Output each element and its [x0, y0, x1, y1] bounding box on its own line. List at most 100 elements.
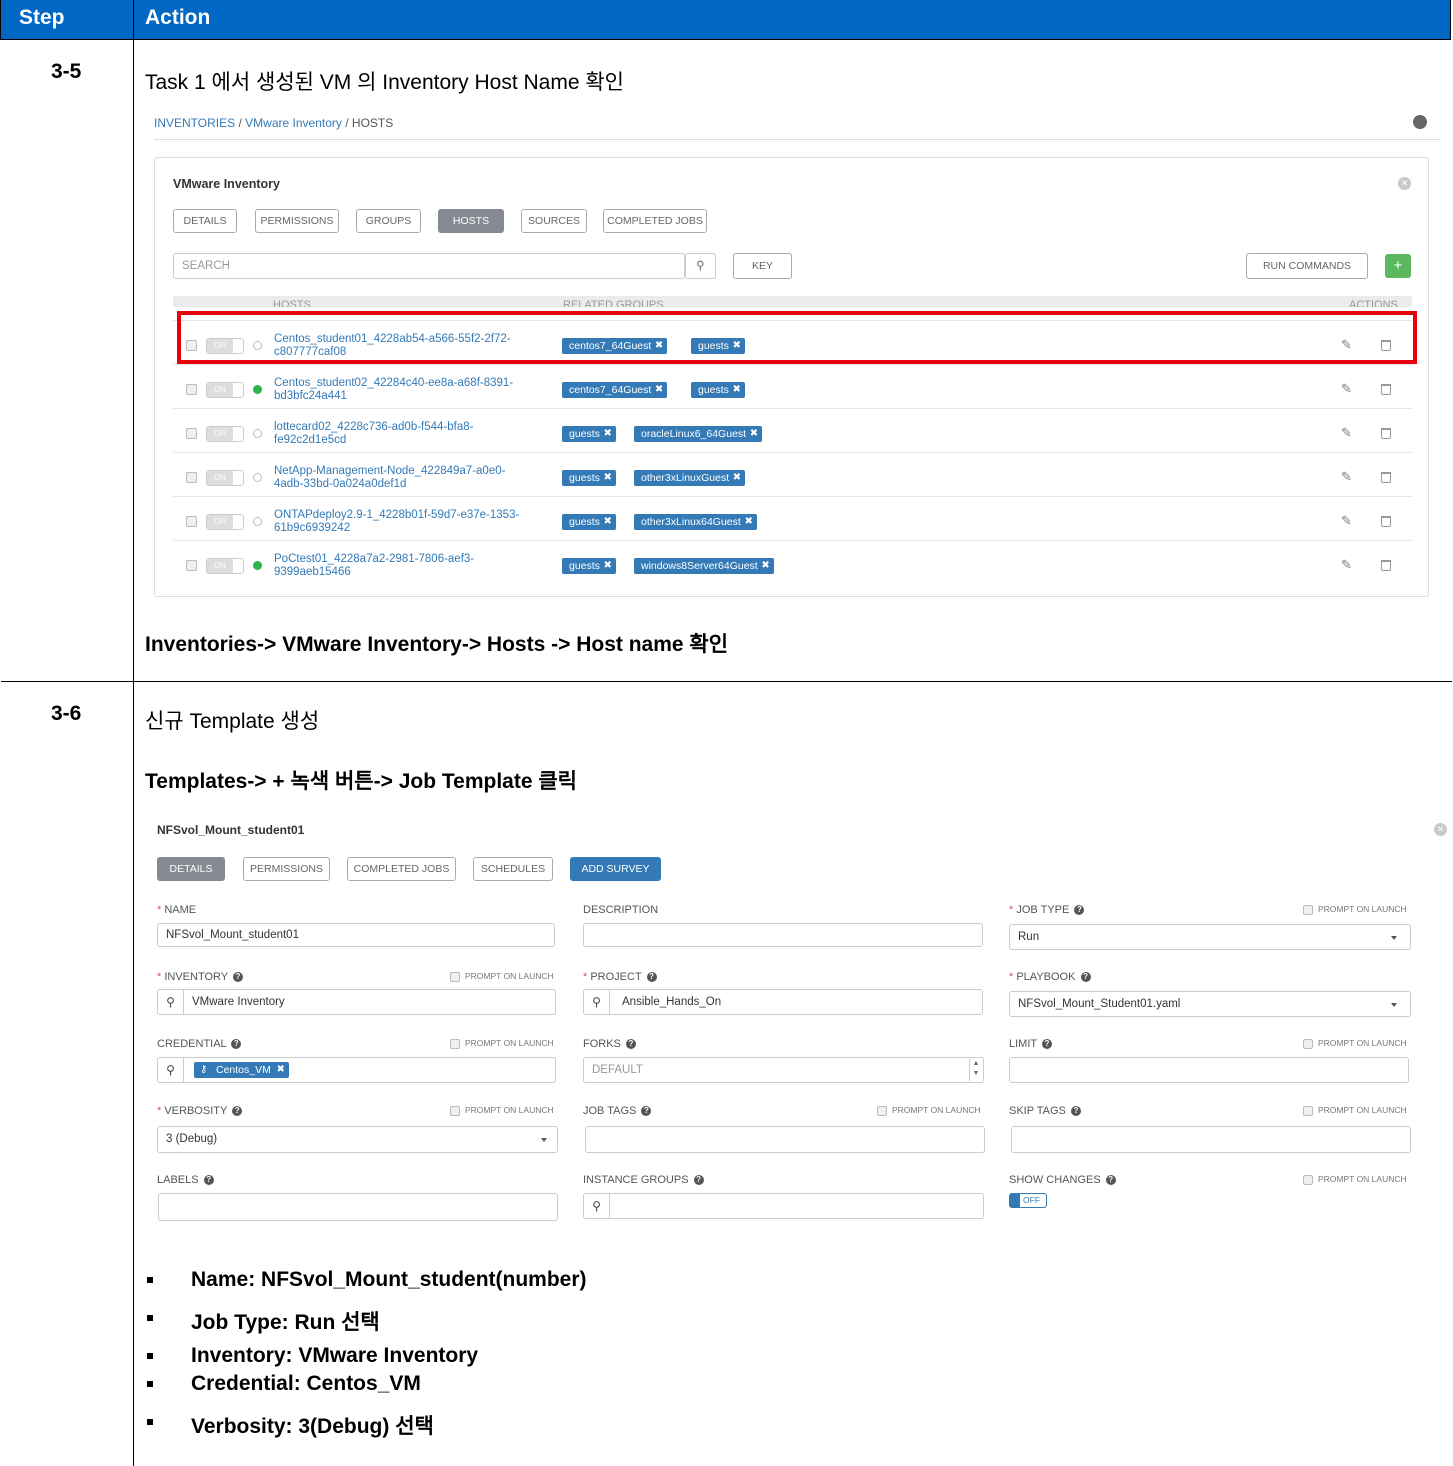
- key-button[interactable]: KEY: [733, 253, 792, 279]
- host-name-link[interactable]: Centos_student02_42284c40-ee8a-a68f-8391…: [274, 377, 513, 403]
- search-input[interactable]: SEARCH: [173, 253, 685, 279]
- delete-icon[interactable]: [1381, 428, 1391, 439]
- labels-input[interactable]: [158, 1193, 558, 1221]
- tab-details[interactable]: DETAILS: [173, 209, 237, 233]
- prompt-on-launch[interactable]: PROMPT ON LAUNCH: [1303, 904, 1407, 915]
- breadcrumb-inventories[interactable]: INVENTORIES: [154, 116, 235, 130]
- add-button[interactable]: +: [1385, 254, 1411, 278]
- help-icon: ?: [693, 1175, 704, 1186]
- tab-details[interactable]: DETAILS: [157, 857, 225, 881]
- prompt-on-launch[interactable]: PROMPT ON LAUNCH: [1303, 1174, 1407, 1185]
- description-label: DESCRIPTION: [583, 904, 659, 916]
- prompt-on-launch[interactable]: PROMPT ON LAUNCH: [450, 1038, 554, 1049]
- edit-icon[interactable]: ✎: [1341, 381, 1352, 397]
- host-name-link[interactable]: ONTAPdeploy2.9-1_4228b01f-59d7-e37e-1353…: [274, 509, 519, 535]
- skip-tags-input[interactable]: [1011, 1126, 1411, 1153]
- limit-input[interactable]: [1009, 1057, 1409, 1083]
- tab-hosts[interactable]: HOSTS: [438, 209, 504, 233]
- close-icon[interactable]: ✕: [1398, 177, 1411, 190]
- forks-label: FORKS ?: [583, 1038, 636, 1050]
- row-checkbox[interactable]: [186, 384, 197, 395]
- search-icon[interactable]: ⚲: [158, 1058, 184, 1082]
- tab-completed-jobs[interactable]: COMPLETED JOBS: [347, 857, 456, 881]
- search-icon[interactable]: ⚲: [584, 990, 610, 1014]
- host-enabled-toggle[interactable]: ON: [206, 426, 244, 442]
- tab-completed-jobs[interactable]: COMPLETED JOBS: [603, 209, 707, 233]
- group-tag[interactable]: guests ✖: [562, 426, 616, 442]
- tab-schedules[interactable]: SCHEDULES: [473, 857, 553, 881]
- group-tag[interactable]: centos7_64Guest ✖: [562, 382, 668, 398]
- remove-icon: ✖: [732, 472, 742, 483]
- bullet-marker: [147, 1315, 153, 1321]
- col-hosts[interactable]: HOSTS: [273, 299, 311, 307]
- job-type-select[interactable]: Run: [1009, 924, 1411, 950]
- search-icon[interactable]: ⚲: [685, 253, 716, 279]
- step-number: 3-5: [51, 60, 82, 83]
- search-icon[interactable]: ⚲: [158, 990, 184, 1014]
- delete-icon[interactable]: [1381, 384, 1391, 395]
- tab-sources[interactable]: SOURCES: [521, 209, 587, 233]
- remove-icon: ✖: [276, 1064, 285, 1075]
- edit-icon[interactable]: ✎: [1341, 425, 1352, 441]
- row-checkbox[interactable]: [186, 516, 197, 527]
- options-label-cutoff: [157, 1244, 217, 1248]
- host-enabled-toggle[interactable]: ON: [206, 382, 244, 398]
- chevron-down-icon: [1391, 936, 1397, 940]
- remove-icon: ✖: [603, 428, 612, 439]
- step-title: Task 1 에서 생성된 VM 의 Inventory Host Name 확…: [145, 71, 625, 94]
- run-commands-button[interactable]: RUN COMMANDS: [1246, 253, 1368, 279]
- name-input[interactable]: NFSvol_Mount_student01: [157, 923, 555, 947]
- inventory-input[interactable]: VMware Inventory: [157, 989, 556, 1015]
- prompt-on-launch[interactable]: PROMPT ON LAUNCH: [877, 1105, 981, 1116]
- group-tag[interactable]: guests ✖: [562, 558, 616, 574]
- tab-groups[interactable]: GROUPS: [356, 209, 421, 233]
- tab-permissions[interactable]: PERMISSIONS: [255, 209, 339, 233]
- row-checkbox[interactable]: [186, 472, 197, 483]
- group-tag[interactable]: guests ✖: [691, 382, 745, 398]
- instance-groups-input[interactable]: [583, 1193, 984, 1219]
- forks-input[interactable]: DEFAULT: [583, 1057, 984, 1083]
- row-checkbox[interactable]: [186, 560, 197, 571]
- help-icon: ?: [1105, 1175, 1116, 1186]
- host-enabled-toggle[interactable]: ON: [206, 558, 244, 574]
- playbook-select[interactable]: NFSvol_Mount_Student01.yaml: [1009, 991, 1411, 1017]
- stepper-icon[interactable]: ▲ ▼: [969, 1059, 982, 1081]
- activity-stream-icon[interactable]: [1413, 115, 1427, 129]
- delete-icon[interactable]: [1381, 560, 1391, 571]
- tab-permissions[interactable]: PERMISSIONS: [243, 857, 330, 881]
- edit-icon[interactable]: ✎: [1341, 469, 1352, 485]
- name-label: * NAME: [157, 904, 197, 916]
- remove-icon: ✖: [744, 516, 753, 527]
- host-name-link[interactable]: PoCtest01_4228a7a2-2981-7806-aef3- 9399ae…: [274, 553, 474, 579]
- group-tag[interactable]: guests ✖: [562, 470, 616, 486]
- add-survey-button[interactable]: ADD SURVEY: [570, 857, 661, 881]
- host-name-link[interactable]: NetApp-Management-Node_422849a7-a0e0- 4ad…: [274, 465, 505, 491]
- delete-icon[interactable]: [1381, 472, 1391, 483]
- host-enabled-toggle[interactable]: ON: [206, 470, 244, 486]
- breadcrumb-vmware-inventory[interactable]: VMware Inventory: [245, 116, 342, 130]
- row-checkbox[interactable]: [186, 428, 197, 439]
- group-tag[interactable]: windows8Server64Guest ✖: [634, 558, 774, 574]
- job-tags-input[interactable]: [585, 1126, 985, 1153]
- prompt-on-launch[interactable]: PROMPT ON LAUNCH: [450, 1105, 554, 1116]
- project-input[interactable]: Ansible_Hands_On: [583, 989, 983, 1015]
- edit-icon[interactable]: ✎: [1341, 513, 1352, 529]
- row-divider: [173, 452, 1412, 453]
- group-tag[interactable]: guests ✖: [562, 514, 616, 530]
- description-input[interactable]: [583, 923, 983, 947]
- group-tag[interactable]: other3xLinuxGuest ✖: [634, 470, 746, 486]
- host-name-link[interactable]: lottecard02_4228c736-ad0b-f544-bfa8- fe92…: [274, 421, 473, 447]
- prompt-on-launch[interactable]: PROMPT ON LAUNCH: [1303, 1038, 1407, 1049]
- group-tag[interactable]: other3xLinux64Guest ✖: [634, 514, 757, 530]
- delete-icon[interactable]: [1381, 516, 1391, 527]
- edit-icon[interactable]: ✎: [1341, 557, 1352, 573]
- credential-tag[interactable]: ⚷ Centos_VM ✖: [194, 1062, 289, 1078]
- close-icon[interactable]: ✕: [1434, 823, 1447, 836]
- group-tag[interactable]: oracleLinux6_64Guest ✖: [634, 426, 763, 442]
- search-icon[interactable]: ⚲: [584, 1194, 610, 1218]
- host-enabled-toggle[interactable]: ON: [206, 514, 244, 530]
- verbosity-select[interactable]: 3 (Debug): [157, 1126, 558, 1153]
- prompt-on-launch[interactable]: PROMPT ON LAUNCH: [450, 971, 554, 982]
- prompt-on-launch[interactable]: PROMPT ON LAUNCH: [1303, 1105, 1407, 1116]
- show-changes-toggle[interactable]: OFF: [1009, 1193, 1047, 1208]
